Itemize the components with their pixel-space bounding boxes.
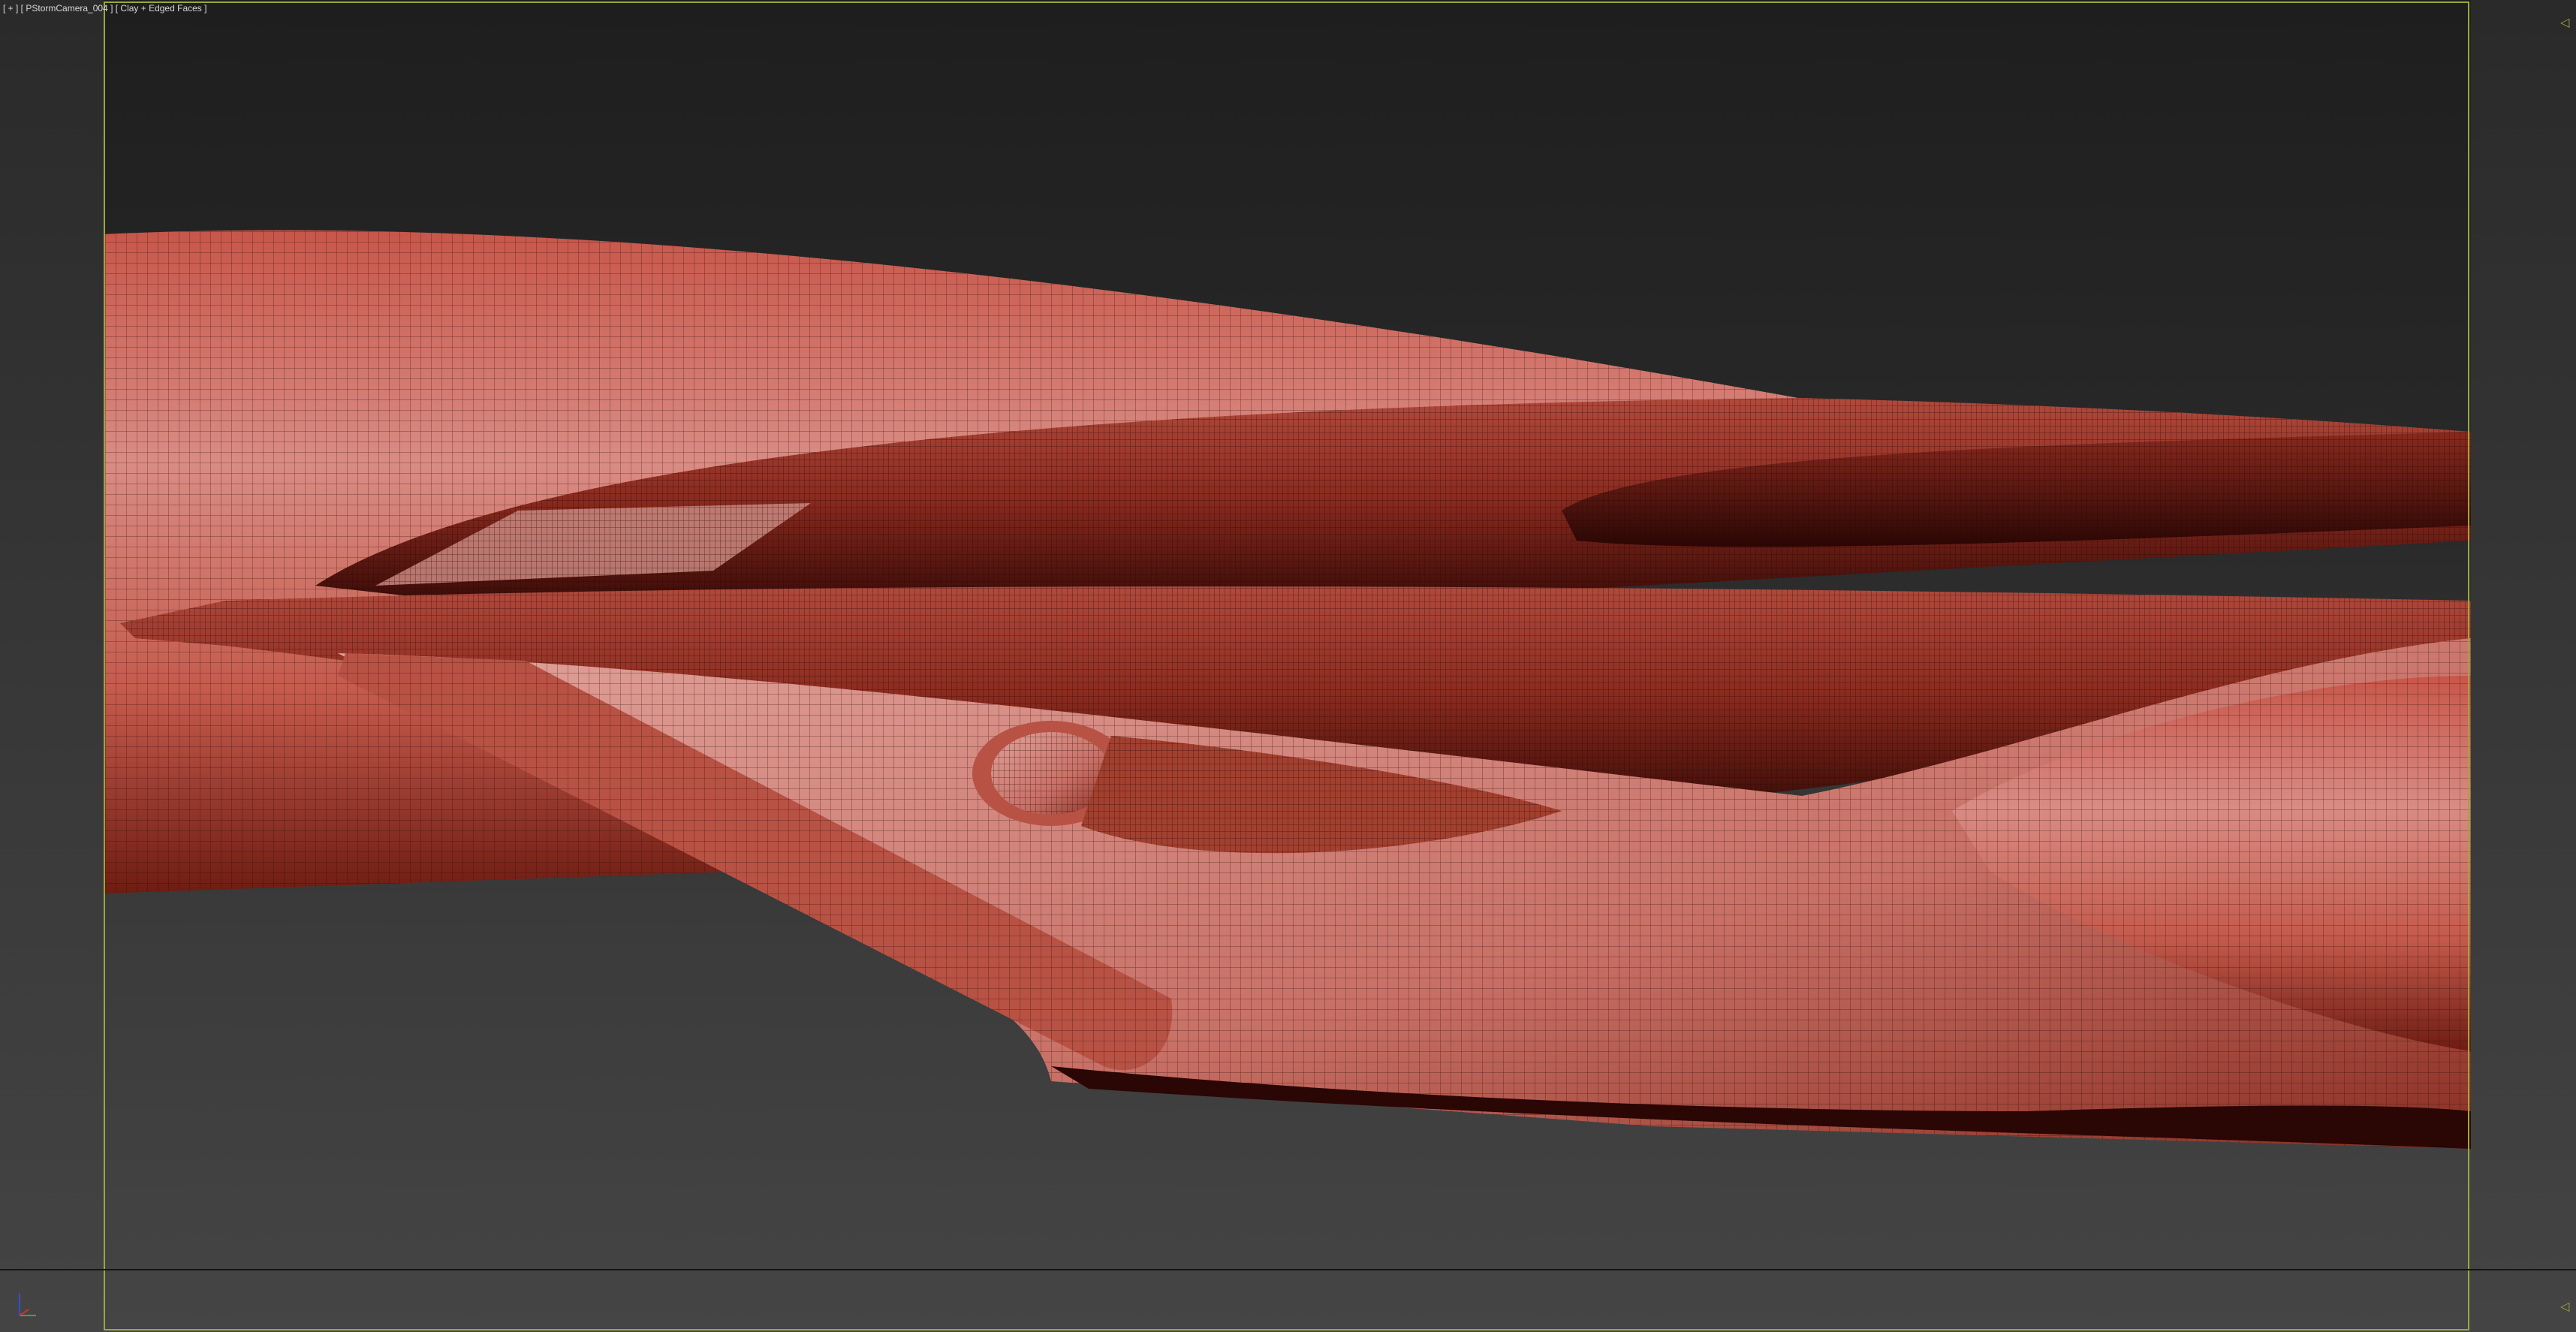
triangle-marker-icon: ◁ <box>2560 1299 2570 1313</box>
viewport[interactable]: [ + ] [ PStormCamera_004 ] [ Clay + Edge… <box>0 0 2576 1332</box>
viewport-label[interactable]: [ + ] [ PStormCamera_004 ] [ Clay + Edge… <box>3 3 206 14</box>
triangle-marker-icon: ◁ <box>2560 15 2570 29</box>
xyz-axis-tripod-icon <box>19 1293 36 1316</box>
safe-frame <box>104 2 2469 1330</box>
viewport-bottom-divider <box>0 1269 2576 1270</box>
